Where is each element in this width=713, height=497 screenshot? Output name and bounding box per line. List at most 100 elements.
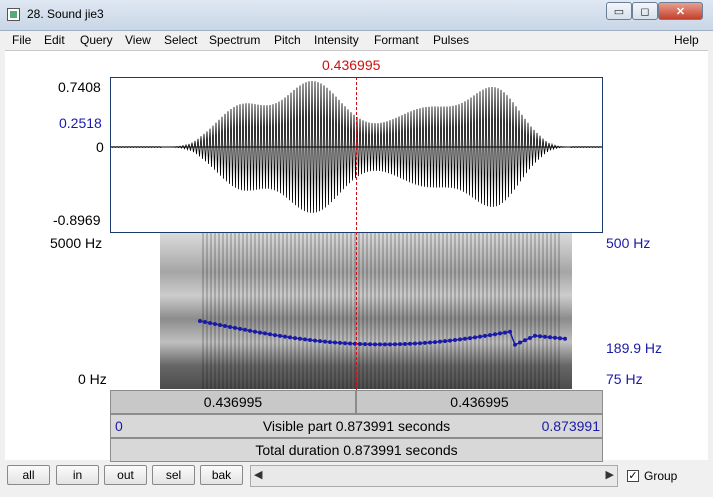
cursor-line	[356, 77, 357, 390]
pitch-point	[388, 342, 392, 347]
total-duration-bar[interactable]: Total duration 0.873991 seconds	[110, 438, 603, 462]
pitch-point	[408, 341, 412, 346]
pitch-point	[458, 337, 462, 342]
spectrogram-top-label: 5000 Hz	[50, 235, 103, 251]
zoom-selection-button[interactable]: sel	[152, 465, 195, 485]
pitch-point	[483, 333, 487, 338]
pitch-point	[198, 319, 202, 323]
pitch-point	[393, 342, 397, 347]
close-icon: ✕	[675, 6, 686, 18]
pitch-point	[278, 333, 282, 338]
selection-left-time: 0.436995	[203, 394, 263, 410]
minimize-icon: ▭	[613, 6, 625, 18]
visible-start: 0	[115, 418, 123, 434]
pitch-point	[253, 329, 257, 334]
pitch-point	[533, 333, 537, 338]
visible-part-bar[interactable]: 0 Visible part 0.873991 seconds 0.873991	[110, 414, 603, 438]
pitch-point	[548, 335, 552, 340]
pitch-point	[538, 334, 542, 339]
zoom-in-button[interactable]: in	[56, 465, 99, 485]
selection-right-time: 0.436995	[450, 394, 509, 410]
pitch-point	[323, 339, 327, 344]
pitch-point	[273, 333, 277, 338]
spectrogram-bottom-label: 0 Hz	[78, 371, 107, 387]
pitch-point	[558, 336, 562, 341]
group-checkbox[interactable]: ✓	[627, 470, 639, 482]
spectrogram-striations	[200, 233, 560, 389]
menu-help[interactable]: Help	[674, 33, 699, 47]
close-button[interactable]: ✕	[658, 2, 703, 20]
pitch-point	[543, 334, 547, 339]
pitch-point	[218, 323, 222, 327]
menu-pulses[interactable]: Pulses	[433, 33, 469, 47]
menu-formant[interactable]: Formant	[374, 33, 419, 47]
total-duration-label: Total duration 0.873991 seconds	[255, 442, 458, 458]
pitch-point	[288, 335, 292, 340]
menu-file[interactable]: File	[12, 33, 31, 47]
pitch-point	[563, 336, 567, 341]
pitch-point	[313, 338, 317, 343]
pitch-point	[338, 340, 342, 345]
pitch-point	[518, 340, 522, 345]
pitch-point	[378, 342, 382, 347]
pitch-point	[358, 342, 362, 346]
pitch-point	[498, 331, 502, 336]
pitch-point	[443, 339, 447, 344]
menu-edit[interactable]: Edit	[44, 33, 65, 47]
pitch-point	[398, 342, 402, 347]
pitch-point	[333, 340, 337, 345]
pitch-point	[503, 330, 507, 335]
pitch-point	[453, 338, 457, 342]
group-label: Group	[644, 469, 678, 483]
pitch-point	[318, 339, 322, 344]
pitch-point	[363, 342, 367, 347]
pitch-point	[283, 334, 287, 339]
pitch-point	[508, 329, 512, 334]
pitch-point	[428, 340, 432, 345]
pitch-bottom-label: 75 Hz	[606, 371, 643, 387]
pitch-point	[403, 342, 407, 346]
pitch-point	[203, 320, 207, 324]
menu-view[interactable]: View	[125, 33, 151, 47]
zoom-all-button[interactable]: all	[7, 465, 50, 485]
waveform-max-label: 0.7408	[58, 79, 101, 95]
menu-query[interactable]: Query	[80, 33, 113, 47]
waveform-cursor-value: 0.2518	[59, 115, 102, 131]
minimize-button[interactable]: ▭	[606, 2, 632, 20]
menu-spectrum[interactable]: Spectrum	[209, 33, 260, 47]
pitch-top-label: 500 Hz	[606, 235, 651, 251]
selection-left-bar[interactable]: 0.436995	[110, 390, 356, 414]
maximize-button[interactable]: ◻	[632, 2, 658, 20]
pitch-point	[488, 333, 492, 338]
scroll-left-icon[interactable]: ◀	[254, 468, 262, 481]
pitch-point	[523, 338, 527, 343]
pitch-point	[308, 338, 312, 342]
pitch-point	[248, 328, 252, 333]
pitch-point	[228, 325, 232, 329]
menu-select[interactable]: Select	[164, 33, 197, 47]
checkmark-icon: ✓	[628, 470, 638, 482]
scroll-right-icon[interactable]: ▶	[606, 468, 614, 481]
pitch-point	[478, 334, 482, 339]
menu-pitch[interactable]: Pitch	[274, 33, 301, 47]
horizontal-scrollbar[interactable]: ◀ ▶	[250, 465, 618, 487]
pitch-point	[383, 342, 387, 347]
pitch-point	[448, 338, 452, 343]
pitch-point	[368, 342, 372, 347]
menu-intensity[interactable]: Intensity	[314, 33, 359, 47]
visible-part-label: Visible part 0.873991 seconds	[262, 418, 451, 434]
menu-bar: File Edit Query View Select Spectrum Pit…	[5, 31, 708, 51]
pitch-point	[233, 325, 237, 330]
pitch-point	[493, 332, 497, 337]
maximize-icon: ◻	[640, 6, 650, 18]
pitch-point	[473, 335, 477, 340]
pitch-cursor-value: 189.9 Hz	[606, 340, 663, 356]
pitch-point	[528, 336, 532, 340]
zoom-out-button[interactable]: out	[104, 465, 147, 485]
selection-right-bar[interactable]: 0.436995	[356, 390, 603, 414]
zoom-back-button[interactable]: bak	[200, 465, 243, 485]
pitch-point	[243, 327, 247, 332]
pitch-point	[373, 342, 377, 347]
pitch-point	[223, 324, 227, 328]
pitch-point	[423, 340, 427, 345]
